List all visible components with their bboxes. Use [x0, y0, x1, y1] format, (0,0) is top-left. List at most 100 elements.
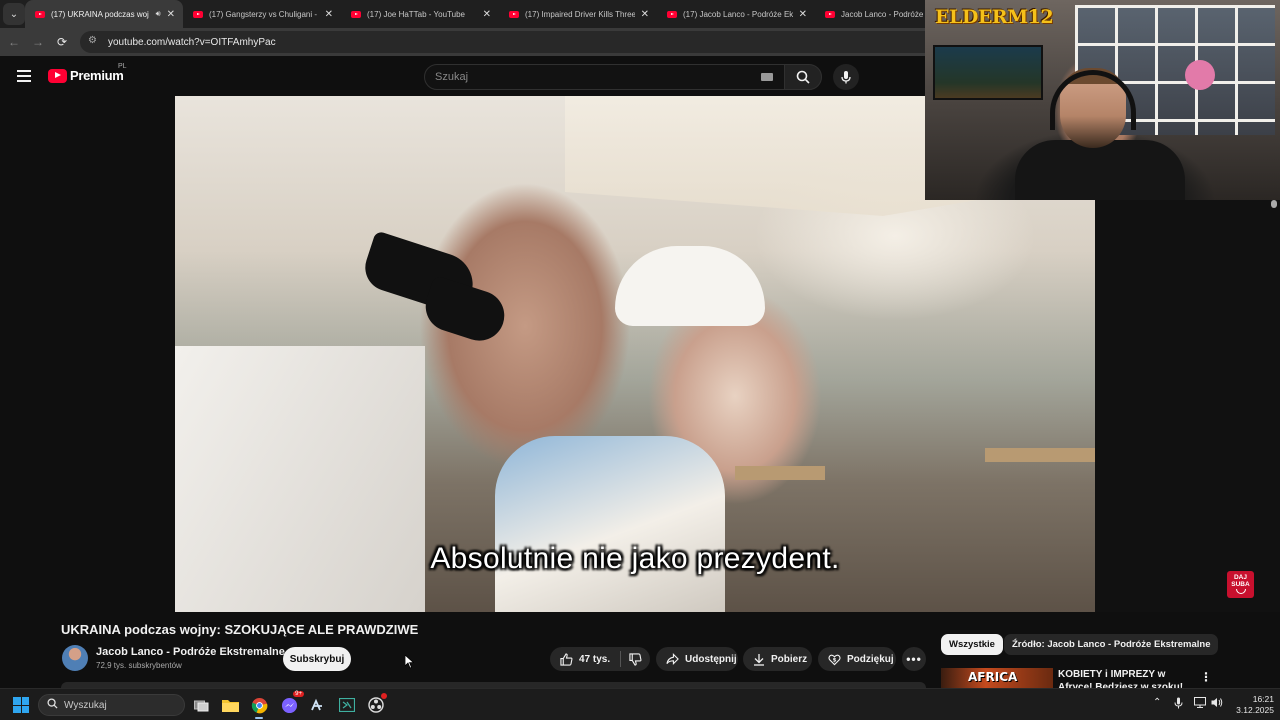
right-dark-area: [1095, 200, 1280, 612]
microphone-icon[interactable]: [1174, 697, 1183, 712]
smile-icon: [1235, 589, 1246, 594]
webcam-streamer-body: [1015, 140, 1185, 200]
forward-button[interactable]: →: [26, 30, 50, 54]
youtube-favicon-icon: [35, 10, 45, 18]
webcam-pink-object: [1185, 60, 1215, 90]
subscribe-button[interactable]: Subskrybuj: [283, 647, 351, 671]
url-text: youtube.com/watch?v=OITFAmhyPac: [108, 36, 276, 48]
taskbar-search-placeholder: Wyszukaj: [64, 699, 107, 711]
filter-chip-source[interactable]: Źródło: Jacob Lanco - Podróże Ekstremaln…: [1004, 634, 1219, 655]
tab-title: (17) Joe HaTTab - YouTube: [367, 9, 465, 19]
network-icon[interactable]: [1194, 697, 1206, 711]
thumbnail-text: AFRICA: [968, 670, 1018, 684]
filter-chip-all[interactable]: Wszystkie: [941, 634, 1003, 655]
video-frame-table: [985, 448, 1095, 462]
recording-dot-icon: [381, 693, 387, 699]
tab-title: (17) Impaired Driver Kills Three: [525, 9, 635, 19]
thanks-button[interactable]: $ Podziękuj: [818, 647, 896, 671]
messenger-icon[interactable]: 9+: [279, 691, 304, 715]
volume-icon[interactable]: [1211, 697, 1223, 711]
like-divider: [620, 651, 622, 667]
back-button[interactable]: ←: [2, 30, 26, 54]
microphone-icon: [841, 71, 851, 84]
video-frame-person: [495, 436, 725, 612]
download-icon: [753, 653, 765, 666]
recommended-thumbnail[interactable]: AFRICA: [941, 668, 1053, 688]
file-explorer-icon[interactable]: [220, 695, 240, 715]
dislike-button[interactable]: [629, 652, 642, 666]
tab-joe-hattab[interactable]: (17) Joe HaTTab - YouTube ✕: [341, 0, 499, 28]
webcam-aquarium: [933, 45, 1043, 100]
streamer-webcam: ELDERM12: [925, 0, 1280, 200]
channel-name[interactable]: Jacob Lanco - Podróże Ekstremalne: [96, 646, 285, 658]
subscriber-count: 72,9 tys. subskrybentów: [96, 661, 182, 670]
obs-icon[interactable]: [366, 693, 387, 715]
windows-start-icon[interactable]: [13, 697, 29, 713]
scrollbar[interactable]: [1271, 200, 1277, 208]
logo-text: Premium: [70, 68, 124, 83]
tab-gangsterzy[interactable]: (17) Gangsterzy vs Chuligani - V ✕: [183, 0, 341, 28]
tab-impaired-driver[interactable]: (17) Impaired Driver Kills Three ✕: [499, 0, 657, 28]
tab-jacob-lanco[interactable]: (17) Jacob Lanco - Podróże Ekst ✕: [657, 0, 815, 28]
country-code: PL: [118, 63, 127, 70]
share-label: Udostępnij: [685, 653, 737, 665]
download-label: Pobierz: [771, 653, 808, 665]
chrome-icon[interactable]: [249, 695, 269, 719]
address-bar[interactable]: ⚙ youtube.com/watch?v=OITFAmhyPac: [80, 31, 940, 53]
reload-button[interactable]: ⟳: [50, 30, 74, 54]
tab-title: (17) Gangsterzy vs Chuligani - V: [209, 9, 319, 19]
chevron-up-icon[interactable]: ⌃: [1153, 697, 1161, 708]
like-button[interactable]: [560, 652, 573, 666]
thumbs-up-icon: [560, 652, 573, 666]
channel-avatar[interactable]: [62, 645, 88, 671]
like-count: 47 tys.: [579, 653, 611, 665]
voice-search-button[interactable]: [833, 64, 859, 90]
youtube-favicon-icon: [667, 10, 677, 18]
youtube-play-icon: [48, 68, 67, 83]
speaker-icon[interactable]: 🔊︎: [156, 9, 161, 19]
more-vertical-icon[interactable]: ⋮: [1200, 670, 1212, 684]
download-button[interactable]: Pobierz: [743, 647, 812, 671]
youtube-premium-logo[interactable]: Premium PL: [48, 63, 127, 83]
tab-search-button[interactable]: ⌄: [3, 3, 25, 25]
video-title: UKRAINA podczas wojny: SZOKUJĄCE ALE PRA…: [61, 622, 419, 637]
recommended-title[interactable]: KOBIETY i IMPREZY w Afryce! Będziesz w s…: [1058, 668, 1198, 688]
close-icon[interactable]: ✕: [799, 9, 807, 20]
youtube-favicon-icon: [193, 10, 203, 18]
like-dislike-group: 47 tys.: [550, 647, 650, 671]
share-button[interactable]: Udostępnij: [656, 647, 738, 671]
tab-title: (17) UKRAINA podczas woj: [51, 9, 149, 19]
thumbs-down-icon: [629, 652, 642, 666]
close-icon[interactable]: ✕: [641, 9, 649, 20]
keyboard-icon[interactable]: [761, 73, 773, 81]
hamburger-menu-icon[interactable]: [17, 70, 31, 82]
tab-ukraina[interactable]: (17) UKRAINA podczas woj 🔊︎ ✕: [25, 0, 183, 28]
streamer-logo: ELDERM12: [935, 6, 1054, 28]
more-horizontal-icon: •••: [906, 652, 922, 666]
clock-date: 3.12.2025: [1236, 705, 1274, 715]
super-thanks-icon: $: [828, 653, 841, 666]
task-view-icon[interactable]: [191, 695, 211, 715]
search-placeholder: Szukaj: [435, 71, 469, 83]
app-window-icon[interactable]: [337, 695, 357, 715]
daj-suba-overlay: DAJ SUBA: [1227, 571, 1254, 598]
windows-taskbar: Wyszukaj 9+ ⌃ 16:21 3.12.2025: [0, 688, 1280, 720]
more-actions-button[interactable]: •••: [902, 647, 926, 671]
video-frame-cap: [615, 246, 765, 326]
steam-icon[interactable]: [307, 695, 327, 715]
video-frame-table: [735, 466, 825, 480]
svg-text:$: $: [833, 657, 837, 663]
video-frame-sunglasses: [419, 274, 511, 348]
search-icon: [47, 698, 58, 712]
search-input[interactable]: Szukaj: [424, 64, 786, 90]
messenger-badge: 9+: [293, 691, 304, 697]
share-icon: [666, 653, 679, 665]
close-icon[interactable]: ✕: [483, 9, 491, 20]
close-icon[interactable]: ✕: [325, 9, 333, 20]
taskbar-clock[interactable]: 16:21 3.12.2025: [1230, 694, 1274, 716]
clock-time: 16:21: [1252, 694, 1274, 704]
search-button[interactable]: [784, 64, 822, 90]
taskbar-search-input[interactable]: Wyszukaj: [38, 694, 185, 716]
site-info-icon[interactable]: ⚙: [88, 35, 102, 49]
close-icon[interactable]: ✕: [167, 9, 175, 20]
